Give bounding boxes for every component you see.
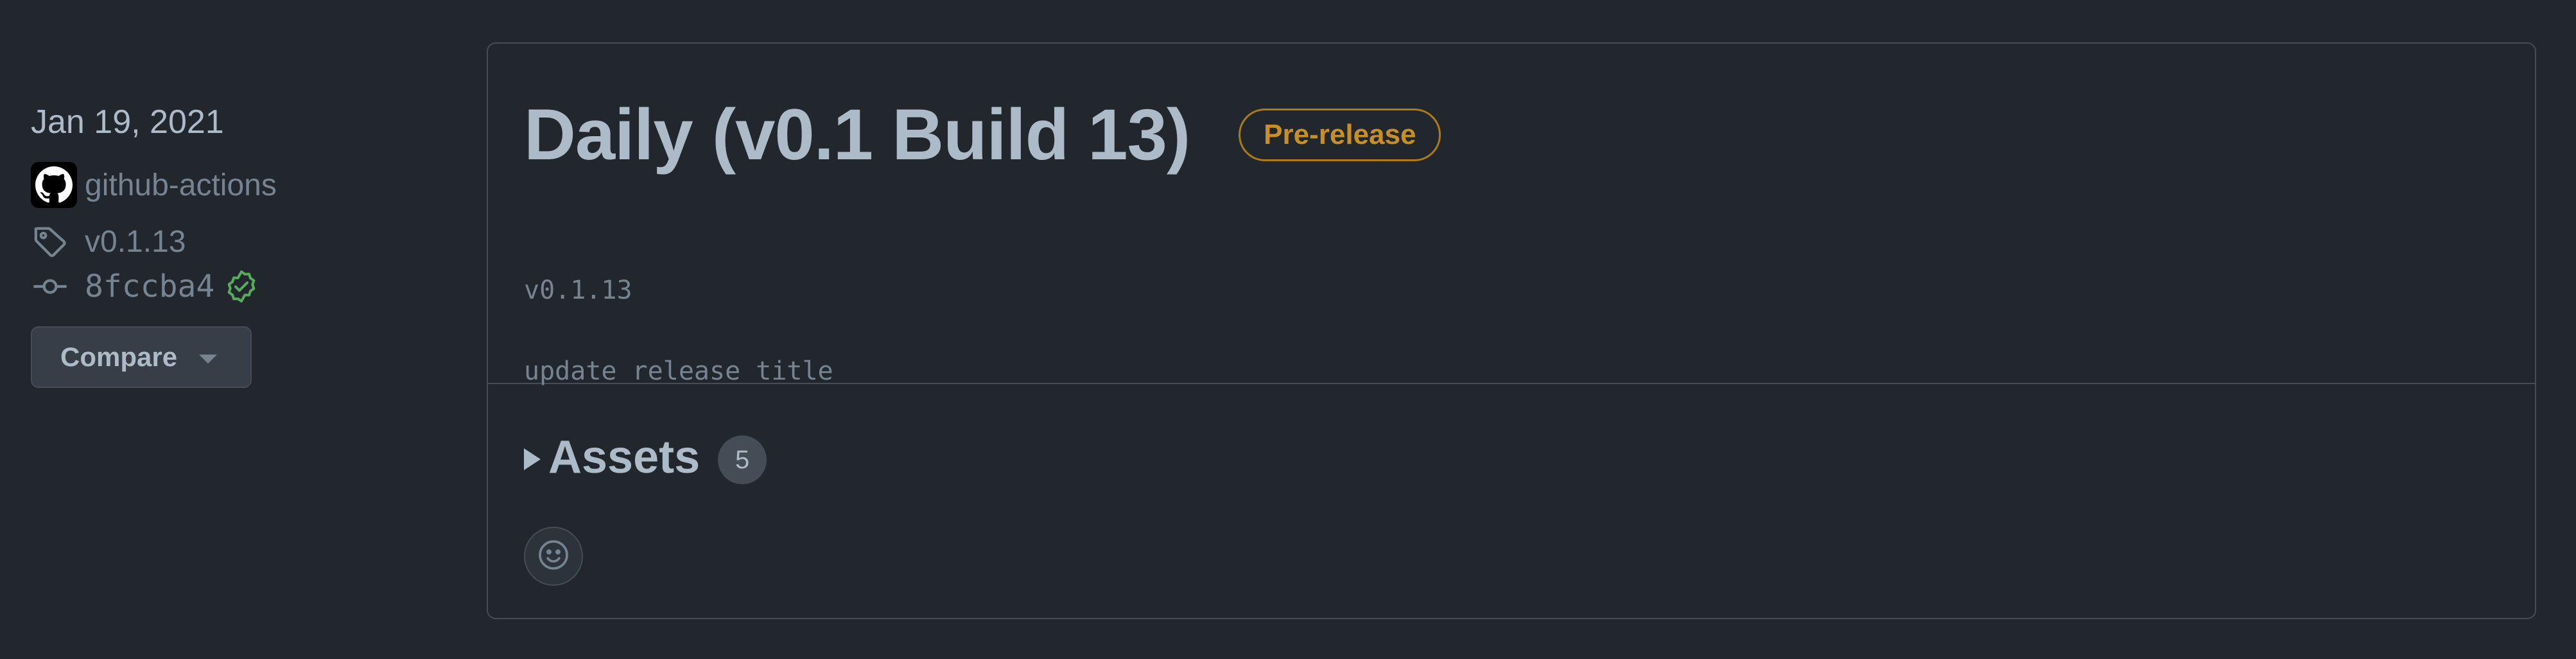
author-row: github-actions [31,162,442,208]
compare-label: Compare [60,342,178,372]
release-sidebar: Jan 19, 2021 github-actions v0.1.13 8fcc… [31,96,442,388]
pre-release-badge: Pre-release [1239,109,1441,161]
release-body: Daily (v0.1 Build 13) Pre-release v0.1.1… [488,44,2535,386]
assets-toggle[interactable]: Assets 5 [524,430,767,484]
release-header: Daily (v0.1 Build 13) Pre-release [524,90,1441,180]
add-reaction-button[interactable] [524,527,583,586]
git-commit-icon [31,267,69,306]
caret-down-icon [199,355,218,364]
assets-heading: Assets [548,432,701,483]
verified-check-icon[interactable] [223,268,259,304]
release-notes-version: v0.1.13 [524,276,632,305]
release-date[interactable]: Jan 19, 2021 [31,96,442,148]
github-mark-icon[interactable] [31,162,77,208]
release-title[interactable]: Daily (v0.1 Build 13) [524,90,1190,180]
compare-button[interactable]: Compare [31,326,252,388]
commit-sha[interactable]: 8fccba4 [85,268,214,304]
tag-name[interactable]: v0.1.13 [85,224,186,259]
release-notes: v0.1.13 update release title [524,270,833,392]
release-card: Daily (v0.1 Build 13) Pre-release v0.1.1… [487,42,2536,619]
release-page: Jan 19, 2021 github-actions v0.1.13 8fcc… [0,0,2576,659]
author-name[interactable]: github-actions [85,168,277,203]
release-footer: Assets 5 [488,384,2535,618]
smiley-icon [535,537,571,576]
triangle-right-icon [524,448,541,470]
tag-row: v0.1.13 [31,222,442,261]
commit-row: 8fccba4 [31,267,442,306]
assets-count-badge: 5 [718,435,767,484]
tag-icon [31,222,69,261]
